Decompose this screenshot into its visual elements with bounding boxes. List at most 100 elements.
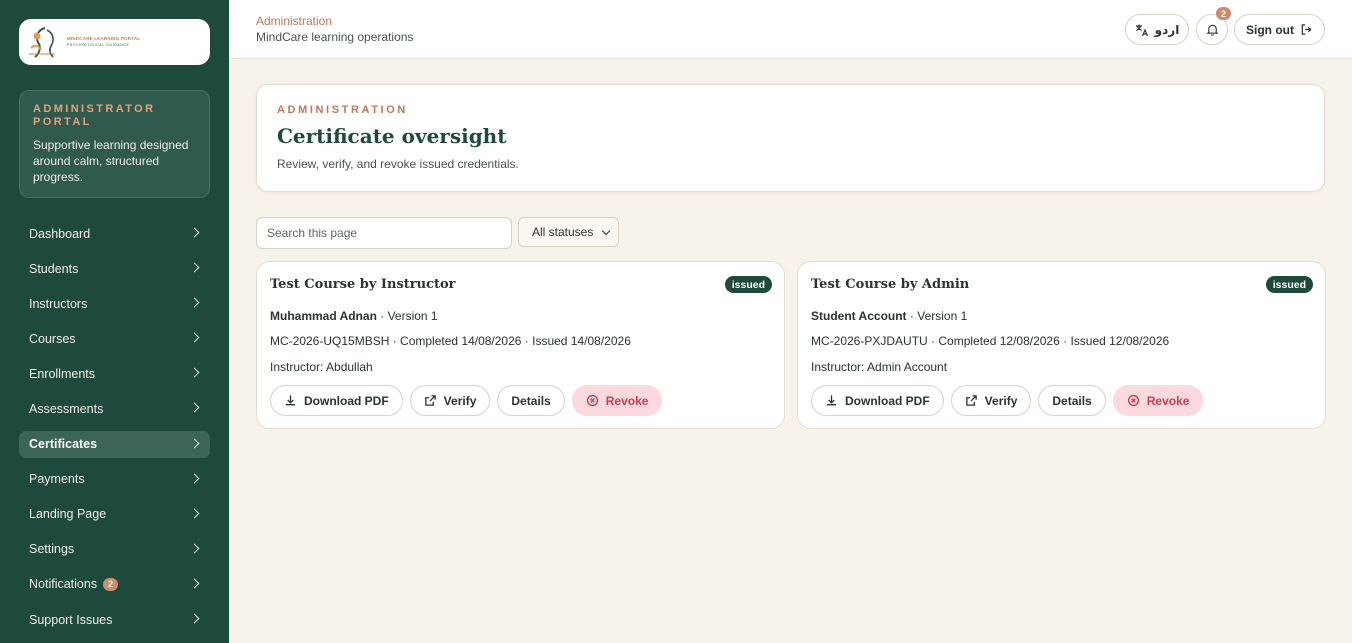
download-label: Download PDF (845, 393, 930, 408)
chevron-right-icon (189, 543, 200, 554)
course-title: Test Course by Admin (811, 277, 970, 292)
page-title: Certificate oversight (277, 124, 507, 148)
chevron-right-icon (189, 473, 200, 484)
sign-out-button[interactable]: Sign out (1234, 14, 1325, 45)
details-button[interactable]: Details (1038, 385, 1106, 416)
sidebar-item-label: Assessments (29, 401, 104, 416)
status-badge: issued (724, 276, 772, 293)
language-toggle-button[interactable]: اردو (1125, 14, 1189, 45)
verify-button[interactable]: Verify (950, 385, 1032, 416)
certificate-meta: MC-2026-UQ15MBSH · Completed 14/08/2026 … (270, 334, 631, 348)
sidebar-item-label: Support Issues (29, 612, 113, 627)
sidebar-item-certificates[interactable]: Certificates (19, 430, 210, 458)
sidebar-item-students[interactable]: Students (19, 255, 210, 282)
chevron-right-icon (189, 262, 200, 273)
chevron-right-icon (189, 367, 200, 378)
top-header: Administration MindCare learning operati… (229, 0, 1352, 59)
verify-label: Verify (443, 393, 477, 408)
logo[interactable]: MINDCARE LEARNING PORTAL PSYCHOLOGICAL G… (19, 19, 210, 65)
portal-description: Supportive learning designed around calm… (33, 138, 189, 184)
sidebar-nav: Dashboard Students Instructors Courses E… (19, 220, 210, 641)
sidebar-item-enrollments[interactable]: Enrollments (19, 360, 210, 387)
sidebar-item-label: Notifications (29, 577, 98, 592)
sidebar-item-landing-page[interactable]: Landing Page (19, 501, 210, 528)
revoke-icon (1127, 394, 1139, 407)
course-title: Test Course by Instructor (270, 277, 456, 292)
page-header-card: ADMINISTRATION Certificate oversight Rev… (256, 84, 1325, 192)
sign-out-label: Sign out (1246, 22, 1294, 37)
download-icon (826, 395, 837, 406)
notifications-count-badge: 2 (103, 577, 119, 591)
translate-icon (1135, 24, 1148, 36)
chevron-right-icon (189, 403, 200, 413)
sidebar-item-label: Payments (29, 472, 85, 487)
details-label: Details (1052, 393, 1092, 408)
chevron-right-icon (189, 613, 200, 624)
sidebar-item-payments[interactable]: Payments (19, 466, 210, 493)
sidebar-item-settings[interactable]: Settings (19, 536, 210, 563)
logo-line2: PSYCHOLOGICAL GUIDANCE (67, 42, 130, 47)
instructor-line: Instructor: Admin Account (811, 360, 948, 374)
verify-label: Verify (984, 393, 1018, 408)
sidebar: MINDCARE LEARNING PORTAL PSYCHOLOGICAL G… (0, 0, 229, 643)
version-label: · Version 1 (906, 309, 968, 323)
sidebar-item-notifications[interactable]: Notifications 2 (19, 571, 210, 598)
instructor-line: Instructor: Abdullah (270, 360, 373, 374)
sign-out-icon (1301, 24, 1312, 35)
chevron-right-icon (189, 578, 200, 589)
sidebar-item-courses[interactable]: Courses (19, 325, 210, 352)
student-line: Student Account · Version 1 (811, 309, 967, 323)
sidebar-item-assessments[interactable]: Assessments (19, 395, 210, 422)
revoke-icon (586, 394, 598, 407)
download-icon (285, 395, 296, 406)
external-link-icon (424, 395, 436, 406)
sidebar-item-label: Settings (29, 542, 75, 557)
revoke-label: Revoke (1146, 393, 1190, 408)
sidebar-item-label: Instructors (29, 296, 88, 311)
chevron-right-icon (189, 227, 200, 238)
student-name: Muhammad Adnan (270, 309, 377, 323)
sidebar-item-instructors[interactable]: Instructors (19, 290, 210, 317)
search-input[interactable] (256, 217, 512, 249)
chevron-down-icon (601, 226, 611, 236)
logo-mark-icon (29, 27, 55, 58)
revoke-label: Revoke (605, 393, 649, 408)
page-description: Review, verify, and revoke issued creden… (277, 157, 519, 171)
download-pdf-button[interactable]: Download PDF (270, 385, 403, 416)
sidebar-item-label: Certificates (29, 437, 98, 452)
page-kicker: ADMINISTRATION (277, 104, 408, 116)
details-label: Details (511, 393, 551, 408)
student-name: Student Account (811, 309, 907, 323)
language-label: اردو (1154, 22, 1180, 37)
chevron-right-icon (189, 332, 200, 343)
status-filter-value: All statuses (532, 225, 594, 239)
certificate-meta: MC-2026-PXJDAUTU · Completed 12/08/2026 … (811, 334, 1170, 348)
student-line: Muhammad Adnan · Version 1 (270, 309, 438, 323)
logo-line1: MINDCARE LEARNING PORTAL (67, 36, 141, 41)
download-pdf-button[interactable]: Download PDF (811, 385, 944, 416)
header-subtitle: MindCare learning operations (256, 30, 414, 44)
revoke-button[interactable]: Revoke (1112, 385, 1204, 416)
notification-count-badge: 2 (1216, 7, 1231, 20)
download-label: Download PDF (304, 393, 389, 408)
bell-icon (1206, 24, 1218, 36)
revoke-button[interactable]: Revoke (571, 385, 663, 416)
external-link-icon (965, 395, 977, 406)
certificate-actions: Download PDF Verify Details Revoke (270, 385, 663, 416)
chevron-right-icon (189, 508, 200, 519)
portal-card: ADMINISTRATOR PORTAL Supportive learning… (19, 90, 210, 198)
sidebar-item-label: Students (29, 261, 79, 276)
status-filter-select[interactable]: All statuses (518, 217, 619, 247)
sidebar-item-label: Enrollments (29, 366, 95, 381)
sidebar-item-label: Landing Page (29, 507, 107, 522)
details-button[interactable]: Details (497, 385, 565, 416)
certificate-card: Test Course by Instructor issued Muhamma… (256, 261, 785, 429)
sidebar-item-support-issues[interactable]: Support Issues (19, 606, 210, 633)
verify-button[interactable]: Verify (409, 385, 491, 416)
status-badge: issued (1265, 276, 1313, 293)
portal-title: ADMINISTRATOR PORTAL (33, 103, 156, 128)
breadcrumb[interactable]: Administration (256, 14, 332, 28)
sidebar-item-dashboard[interactable]: Dashboard (19, 220, 210, 247)
chevron-right-icon (189, 438, 200, 449)
version-label: · Version 1 (376, 309, 438, 323)
